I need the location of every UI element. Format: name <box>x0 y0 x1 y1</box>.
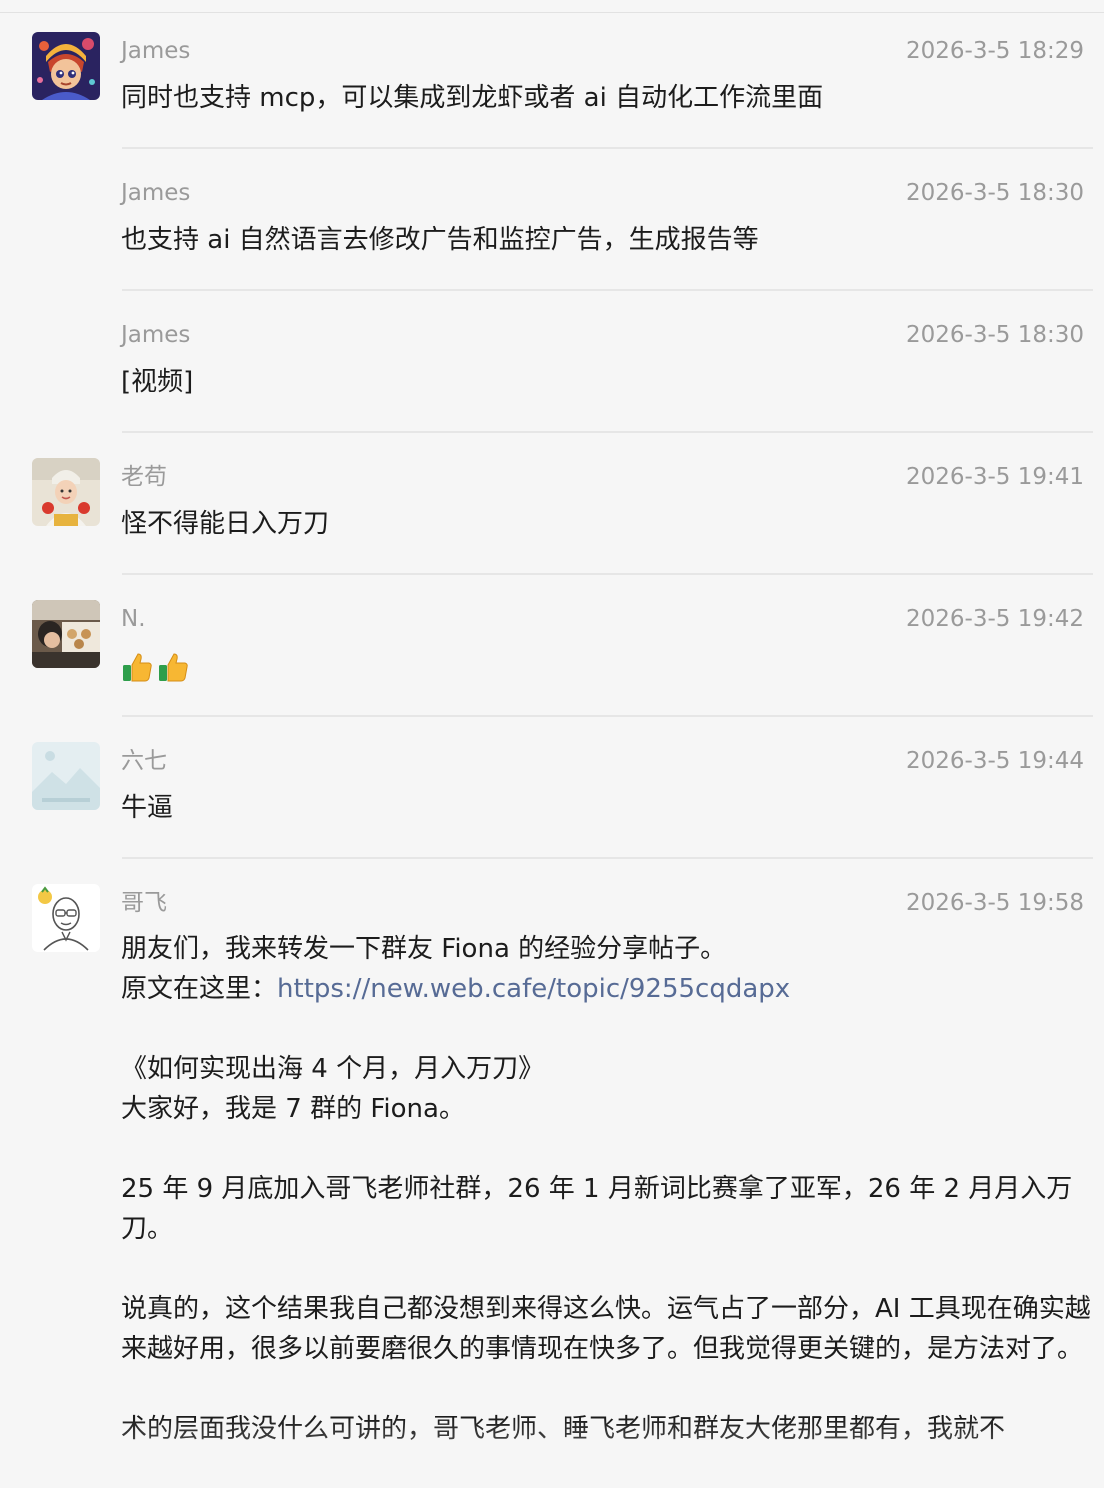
message-paragraph: 术的层面我没什么可讲的，哥飞老师、睡飞老师和群友大佬那里都有，我就不 <box>121 1414 1006 1444</box>
sender-name: James <box>121 322 191 348</box>
message-text: 怪不得能日入万刀 <box>121 509 330 539</box>
message-separator <box>122 573 1093 575</box>
message-time: 2026-3-5 19:44 <box>906 748 1084 774</box>
message-content[interactable]: 怪不得能日入万刀 <box>121 504 1091 544</box>
link-prefix: 原文在这里： <box>121 974 278 1004</box>
message-separator <box>122 289 1093 291</box>
message-content[interactable]: 牛逼 <box>121 788 1091 828</box>
message-time: 2026-3-5 18:30 <box>906 322 1084 348</box>
message-separator <box>122 715 1093 717</box>
line-drawing-man-avatar-icon <box>32 884 100 952</box>
cartoon-portrait-avatar-icon <box>32 32 100 100</box>
child-photo-avatar-icon <box>32 458 100 526</box>
video-placeholder-text[interactable]: [视频] <box>121 362 1091 402</box>
avatar[interactable] <box>32 458 100 526</box>
emoji-row <box>121 646 1091 686</box>
message-separator <box>122 431 1093 433</box>
thumbs-up-icon <box>123 652 152 681</box>
message-text: 也支持 ai 自然语言去修改广告和监控广告，生成报告等 <box>121 225 759 255</box>
message-content[interactable]: [视频] <box>121 362 1091 402</box>
message-time: 2026-3-5 19:41 <box>906 464 1084 490</box>
thumbs-up-icon <box>159 652 188 681</box>
topic-link[interactable]: https://new.web.cafe/topic/9255cqdapx <box>277 974 790 1004</box>
message-content[interactable]: 也支持 ai 自然语言去修改广告和监控广告，生成报告等 <box>121 220 1091 260</box>
avatar[interactable] <box>32 742 100 810</box>
sender-name: James <box>121 180 191 206</box>
avatar[interactable] <box>32 32 100 100</box>
cafe-photo-avatar-icon <box>32 600 100 668</box>
image-placeholder-avatar-icon <box>32 742 100 810</box>
sender-name: 老苟 <box>121 464 167 490</box>
article-title: 《如何实现出海 4 个月，月入万刀》 <box>121 1054 545 1084</box>
message-time: 2026-3-5 18:30 <box>906 180 1084 206</box>
message-time: 2026-3-5 19:42 <box>906 606 1084 632</box>
message-content[interactable] <box>121 646 1091 686</box>
message-content[interactable]: 朋友们，我来转发一下群友 Fiona 的经验分享帖子。 原文在这里：https:… <box>121 929 1091 1449</box>
message-text-line: 原文在这里：https://new.web.cafe/topic/9255cqd… <box>121 969 1091 1009</box>
message-text: 同时也支持 mcp，可以集成到龙虾或者 ai 自动化工作流里面 <box>121 83 824 113</box>
message-text-line: 大家好，我是 7 群的 Fiona。 <box>121 1094 465 1124</box>
avatar[interactable] <box>32 600 100 668</box>
message-time: 2026-3-5 18:29 <box>906 38 1084 64</box>
message-paragraph: 25 年 9 月底加入哥飞老师社群，26 年 1 月新词比赛拿了亚军，26 年 … <box>121 1174 1073 1244</box>
avatar[interactable] <box>32 884 100 952</box>
sender-name: James <box>121 38 191 64</box>
message-content[interactable]: 同时也支持 mcp，可以集成到龙虾或者 ai 自动化工作流里面 <box>121 78 1091 118</box>
message-paragraph: 说真的，这个结果我自己都没想到来得这么快。运气占了一部分，AI 工具现在确实越来… <box>121 1294 1091 1364</box>
sender-name: 六七 <box>121 748 167 774</box>
top-divider <box>0 12 1104 13</box>
message-text: 牛逼 <box>121 793 174 823</box>
message-time: 2026-3-5 19:58 <box>906 890 1084 916</box>
message-separator <box>122 147 1093 149</box>
message-text-line: 朋友们，我来转发一下群友 Fiona 的经验分享帖子。 <box>121 934 727 964</box>
message-separator <box>122 857 1093 859</box>
sender-name: N. <box>121 606 146 632</box>
sender-name: 哥飞 <box>121 890 167 916</box>
